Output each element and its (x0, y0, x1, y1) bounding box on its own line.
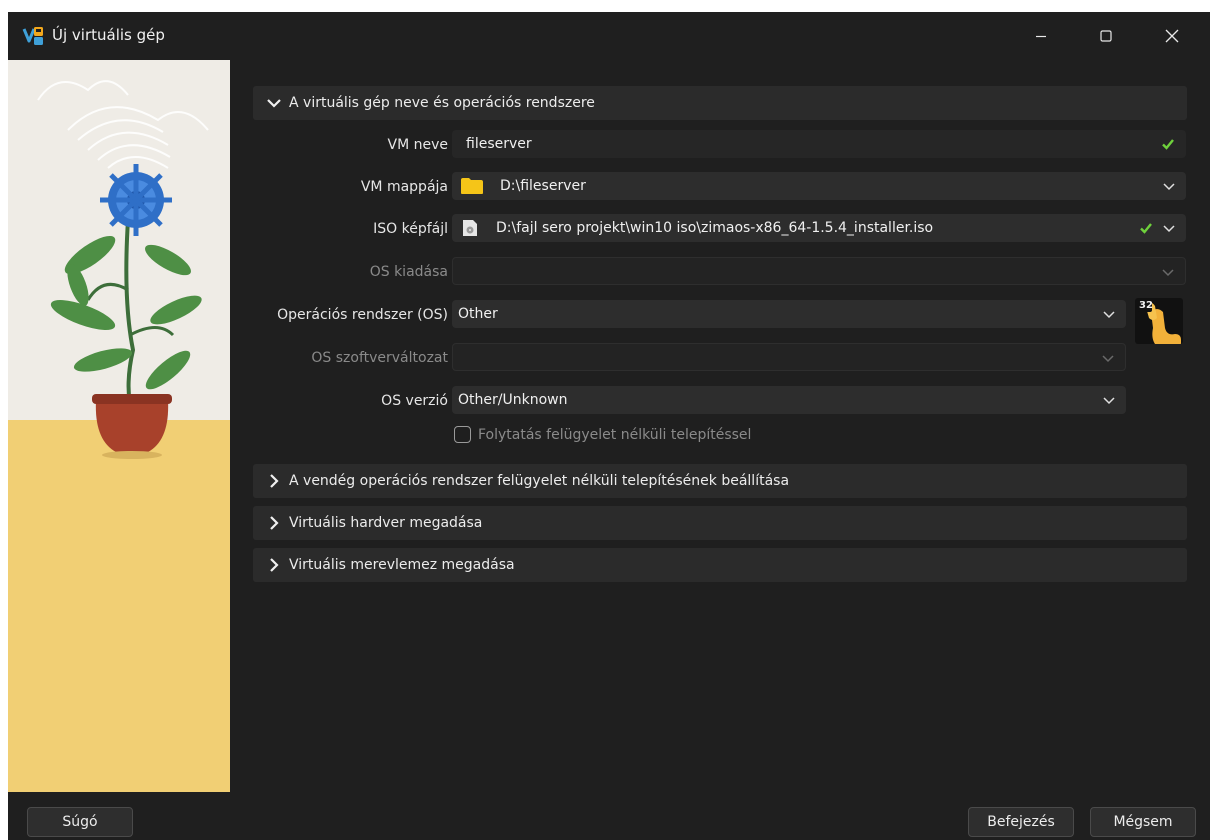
iso-value: D:\fajl sero projekt\win10 iso\zimaos-x8… (496, 220, 934, 236)
section-unattended-header[interactable]: A vendég operációs rendszer felügyelet n… (253, 464, 1187, 498)
section-name-os-title: A virtuális gép neve és operációs rendsz… (289, 95, 595, 111)
os-version-label: OS verzió (381, 393, 448, 409)
iso-select[interactable]: D:\fajl sero projekt\win10 iso\zimaos-x8… (452, 214, 1186, 242)
folder-icon (461, 178, 483, 194)
os-edition-label: OS kiadása (369, 264, 448, 280)
os-subtype-label: OS szoftverváltozat (311, 350, 448, 366)
valid-check-icon (1162, 139, 1174, 150)
vm-folder-value: D:\fileserver (500, 178, 586, 194)
section-hardware-title: Virtuális hardver megadása (289, 515, 483, 531)
vm-folder-label: VM mappája (360, 179, 448, 195)
help-button[interactable]: Súgó (27, 807, 133, 837)
os-version-value: Other/Unknown (458, 392, 568, 408)
virtualbox-app-icon (22, 27, 43, 45)
chevron-down-icon (1163, 225, 1175, 233)
finish-button[interactable]: Befejezés (968, 807, 1074, 837)
section-unattended-title: A vendég operációs rendszer felügyelet n… (289, 473, 790, 489)
vm-name-input[interactable]: fileserver (452, 130, 1186, 158)
unattended-install-label: Folytatás felügyelet nélküli telepítésse… (478, 426, 752, 443)
flower-pot-illustration (8, 60, 230, 792)
unattended-install-checkbox-row[interactable]: Folytatás felügyelet nélküli telepítésse… (454, 426, 751, 443)
chevron-down-icon (1163, 183, 1175, 191)
chevron-right-icon (270, 558, 279, 572)
maximize-button[interactable] (1083, 12, 1129, 60)
vm-folder-select[interactable]: D:\fileserver (452, 172, 1186, 200)
minimize-icon (1036, 35, 1046, 38)
chevron-down-icon (1162, 269, 1174, 277)
os-edition-select[interactable] (452, 257, 1186, 285)
button-bar: Súgó Befejezés Mégsem (8, 792, 1210, 840)
os-type-value: Other (458, 306, 498, 322)
vm-name-label: VM neve (387, 137, 449, 153)
section-hardware-header[interactable]: Virtuális hardver megadása (253, 506, 1187, 540)
iso-label: ISO képfájl (373, 221, 448, 237)
close-button[interactable] (1149, 12, 1195, 60)
os-subtype-select[interactable] (452, 343, 1126, 371)
chevron-right-icon (270, 516, 279, 530)
vm-name-value: fileserver (466, 136, 532, 152)
os-type-label: Operációs rendszer (OS) (277, 307, 448, 323)
unattended-install-checkbox[interactable] (454, 426, 471, 443)
title-bar: Új virtuális gép (8, 12, 1210, 60)
close-icon (1165, 29, 1179, 43)
valid-check-icon (1140, 223, 1152, 234)
disc-image-file-icon (463, 220, 477, 236)
chevron-down-icon (1103, 397, 1115, 405)
os-type-icon: 32 (1135, 298, 1183, 344)
window-title: Új virtuális gép (52, 26, 165, 44)
chevron-down-icon (1102, 355, 1114, 363)
cancel-button[interactable]: Mégsem (1090, 807, 1196, 837)
os-type-select[interactable]: Other (452, 300, 1126, 328)
section-name-os-header[interactable]: A virtuális gép neve és operációs rendsz… (253, 86, 1187, 120)
chevron-down-icon (1103, 311, 1115, 319)
os-bitness-badge: 32 (1139, 300, 1153, 311)
chevron-down-icon (267, 99, 281, 108)
new-vm-dialog: Új virtuális gép A virtuális gép neve és… (8, 12, 1210, 840)
chevron-right-icon (270, 474, 279, 488)
minimize-button[interactable] (1018, 12, 1064, 60)
os-version-select[interactable]: Other/Unknown (452, 386, 1126, 414)
section-disk-title: Virtuális merevlemez megadása (289, 557, 515, 573)
maximize-icon (1100, 30, 1112, 42)
section-disk-header[interactable]: Virtuális merevlemez megadása (253, 548, 1187, 582)
